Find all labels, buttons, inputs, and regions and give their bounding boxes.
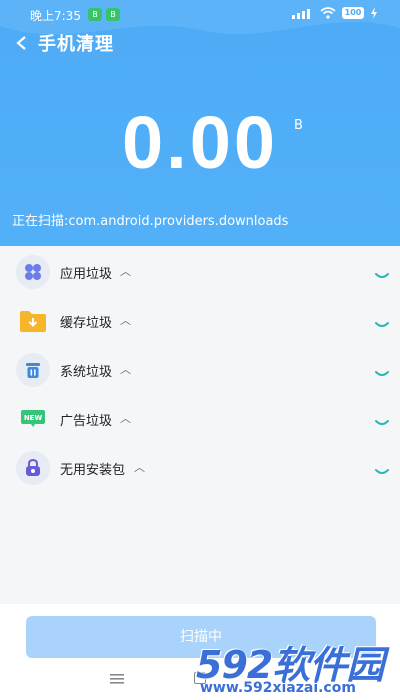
loading-spinner-icon <box>375 371 389 376</box>
loading-spinner-icon <box>375 420 389 425</box>
list-item-label: 缓存垃圾 <box>60 316 113 331</box>
chevron-up-icon[interactable]: ︿ <box>120 312 131 328</box>
status-bar: 晚上7:35 B B 100 <box>0 0 400 28</box>
list-item-label: 应用垃圾 <box>60 267 113 282</box>
list-item-label: 系统垃圾 <box>60 365 113 380</box>
chevron-up-icon[interactable]: ︿ <box>120 263 131 279</box>
package-lock-icon <box>16 451 50 485</box>
svg-text:NEW: NEW <box>24 414 43 422</box>
scan-path-text: 正在扫描:com.android.providers.downloads <box>12 214 289 229</box>
header-panel: 晚上7:35 B B 100 手机清理 0.00 B 正在扫描:com.andr… <box>0 0 400 246</box>
junk-size-value: 0.00 <box>121 101 279 184</box>
watermark-url: www.592xiazai.com <box>200 680 356 696</box>
list-item-label: 广告垃圾 <box>60 414 113 429</box>
status-time: 晚上7:35 <box>30 9 81 23</box>
list-item-cache-junk[interactable]: 缓存垃圾 ︿ <box>0 295 400 344</box>
status-notification-icon: B <box>88 8 102 21</box>
list-item-label: 无用安装包 <box>60 463 126 478</box>
app-grid-icon <box>16 255 50 289</box>
menu-icon[interactable] <box>110 674 124 684</box>
loading-spinner-icon <box>375 322 389 327</box>
list-item-unused-packages[interactable]: 无用安装包 ︿ <box>0 442 400 491</box>
battery-icon: 100 <box>342 7 364 19</box>
trash-icon <box>16 353 50 387</box>
chevron-up-icon[interactable]: ︿ <box>120 361 131 377</box>
back-arrow-icon[interactable] <box>10 31 34 55</box>
status-right-group: 100 <box>292 7 378 19</box>
junk-size-unit: B <box>294 118 303 133</box>
loading-spinner-icon <box>375 469 389 474</box>
watermark: 592软件园 www.592xiazai.com <box>196 634 400 700</box>
list-item-system-junk[interactable]: 系统垃圾 ︿ <box>0 344 400 393</box>
title-bar: 手机清理 <box>10 30 114 56</box>
charging-icon <box>371 7 377 19</box>
status-notification-icon: B <box>106 8 120 21</box>
junk-category-list: 应用垃圾 ︿ 缓存垃圾 ︿ 系统垃圾 ︿ NEW 广告垃圾 ︿ 无用安装包 ︿ <box>0 246 400 491</box>
new-badge-icon: NEW <box>16 402 50 436</box>
list-item-app-junk[interactable]: 应用垃圾 ︿ <box>0 246 400 295</box>
wifi-icon <box>320 7 336 19</box>
chevron-up-icon[interactable]: ︿ <box>120 410 131 426</box>
chevron-up-icon[interactable]: ︿ <box>134 459 145 475</box>
page-title: 手机清理 <box>38 34 114 55</box>
list-item-ad-junk[interactable]: NEW 广告垃圾 ︿ <box>0 393 400 442</box>
loading-spinner-icon <box>375 273 389 278</box>
signal-icon <box>292 8 314 19</box>
folder-download-icon <box>16 304 50 338</box>
